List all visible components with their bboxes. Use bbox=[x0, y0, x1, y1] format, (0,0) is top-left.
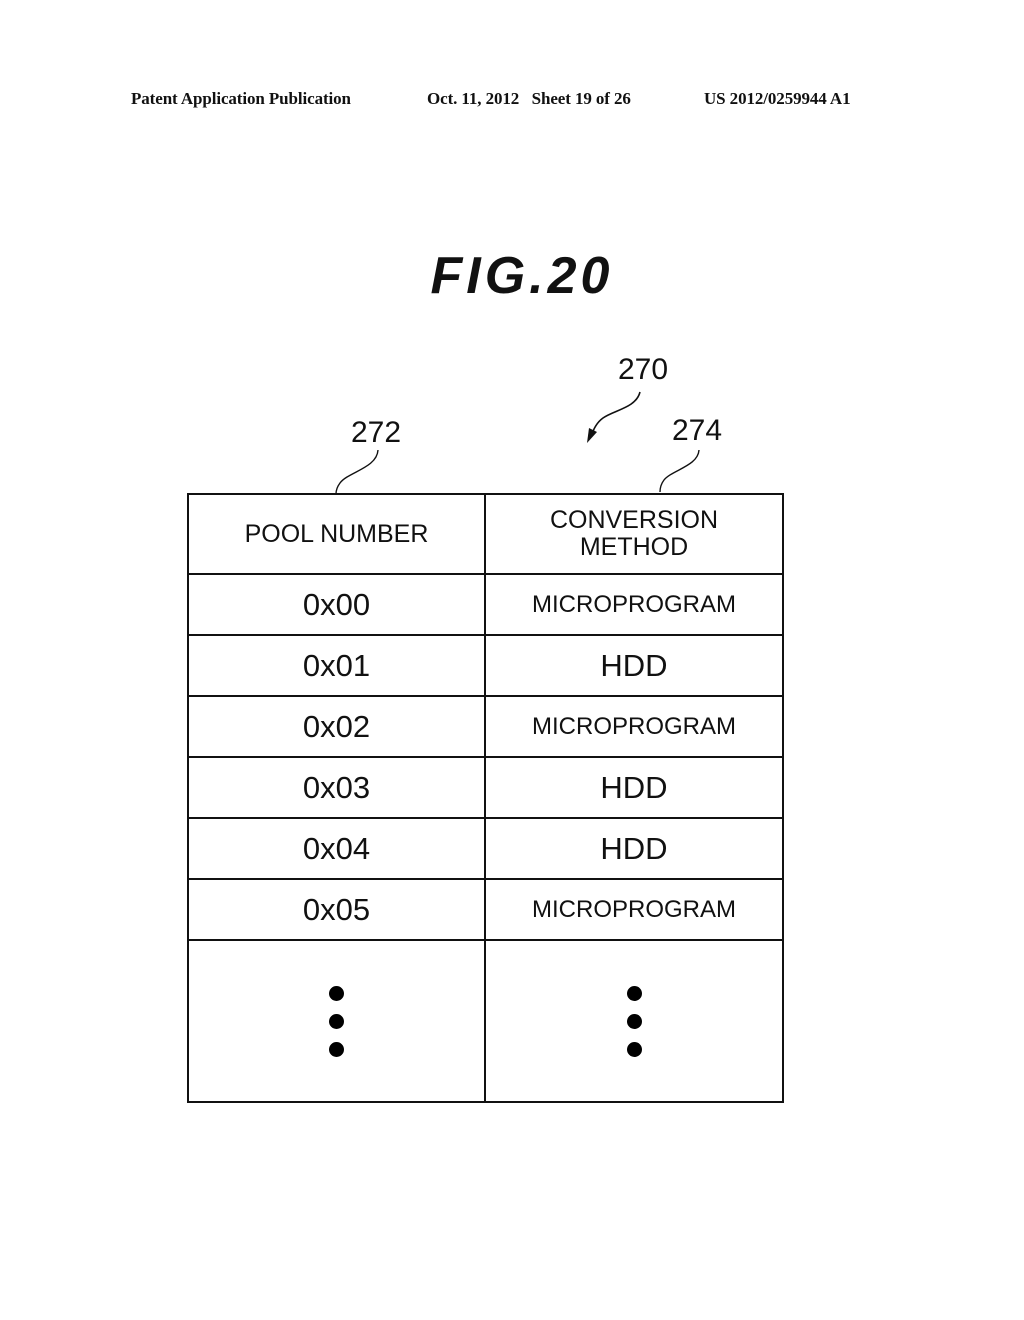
reference-numeral-table: 270 bbox=[618, 353, 669, 386]
table-row: 0x05 MICROPROGRAM bbox=[189, 880, 782, 941]
dot-icon bbox=[329, 1041, 344, 1057]
pool-number-cell: 0x02 bbox=[189, 697, 486, 756]
date-sheet-label: Oct. 11, 2012 Sheet 19 of 26 bbox=[427, 89, 631, 108]
conversion-method-cell: HDD bbox=[600, 830, 668, 866]
vertical-ellipsis-icon bbox=[626, 985, 642, 1057]
column-header-conversion-method-line1: CONVERSION bbox=[549, 506, 719, 534]
table-row: 0x00 MICROPROGRAM bbox=[189, 575, 782, 636]
table-row: 0x03 HDD bbox=[189, 758, 782, 819]
leader-line-274 bbox=[659, 449, 700, 493]
conversion-method-cell: HDD bbox=[600, 647, 668, 683]
conversion-method-table: POOL NUMBER CONVERSION METHOD 0x00 MICRO… bbox=[187, 493, 784, 1103]
dot-icon bbox=[329, 1013, 344, 1029]
dot-icon bbox=[626, 1013, 642, 1029]
conversion-method-cell: MICROPROGRAM bbox=[532, 895, 736, 923]
table-header-row: POOL NUMBER CONVERSION METHOD bbox=[189, 495, 782, 575]
publication-label: Patent Application Publication bbox=[131, 89, 351, 108]
figure-title: FIG.20 bbox=[430, 247, 614, 305]
conversion-method-cell: MICROPROGRAM bbox=[532, 590, 736, 618]
vertical-ellipsis-icon bbox=[329, 985, 344, 1057]
pool-number-cell: 0x00 bbox=[189, 575, 486, 634]
dot-icon bbox=[626, 985, 642, 1001]
column-header-conversion-method: CONVERSION METHOD bbox=[486, 495, 782, 573]
leader-line-272 bbox=[335, 449, 379, 495]
pool-number-cell: 0x05 bbox=[189, 880, 486, 939]
pool-number-cell: 0x03 bbox=[189, 758, 486, 817]
patent-number: US 2012/0259944 A1 bbox=[704, 89, 851, 108]
pool-number-cell: 0x04 bbox=[189, 819, 486, 878]
conversion-method-continuation-cell bbox=[486, 941, 782, 1101]
table-row: 0x04 HDD bbox=[189, 819, 782, 880]
arrowhead-icon bbox=[587, 428, 597, 443]
column-header-conversion-method-line2: METHOD bbox=[579, 533, 689, 561]
reference-numeral-pool-number: 272 bbox=[351, 416, 402, 449]
conversion-method-cell: MICROPROGRAM bbox=[532, 712, 736, 740]
pool-number-cell: 0x01 bbox=[189, 636, 486, 695]
table-row: 0x01 HDD bbox=[189, 636, 782, 697]
table-row: 0x02 MICROPROGRAM bbox=[189, 697, 782, 758]
column-header-pool-number: POOL NUMBER bbox=[189, 495, 486, 573]
column-header-pool-number-text: POOL NUMBER bbox=[244, 519, 429, 548]
dot-icon bbox=[626, 1041, 642, 1057]
leader-arrow-270 bbox=[590, 391, 641, 438]
table-continuation-row bbox=[189, 941, 782, 1101]
conversion-method-cell: HDD bbox=[600, 769, 668, 805]
reference-numeral-conversion-method: 274 bbox=[672, 414, 723, 447]
dot-icon bbox=[329, 985, 344, 1001]
pool-number-continuation-cell bbox=[189, 941, 486, 1101]
